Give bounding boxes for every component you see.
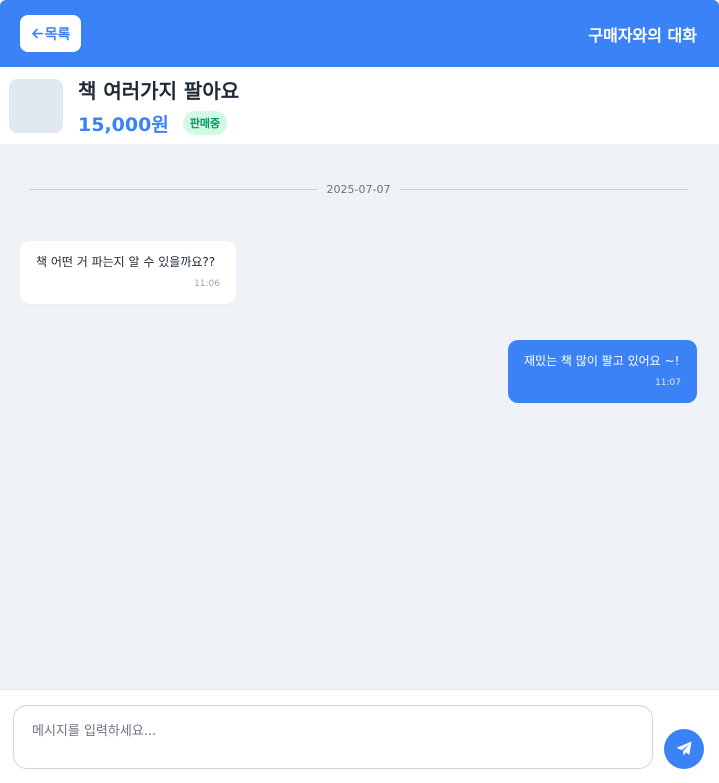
outgoing-message: 재밌는 책 많이 팔고 있어요 ~! 11:07 <box>508 340 697 403</box>
product-title: 책 여러가지 팔아요 <box>78 78 240 103</box>
page-title: 구매자와의 대화 <box>588 25 697 45</box>
date-separator: 2025-07-07 <box>29 181 688 197</box>
product-price: 15,000원 <box>78 113 169 136</box>
status-badge: 판매중 <box>182 111 228 135</box>
send-button[interactable] <box>664 729 704 769</box>
date-label: 2025-07-07 <box>326 182 391 196</box>
price-row: 15,000원 판매중 <box>78 110 239 137</box>
message-time: 11:07 <box>655 377 681 388</box>
product-info: 책 여러가지 팔아요 15,000원 판매중 <box>78 75 239 137</box>
paper-plane-icon <box>676 741 692 756</box>
message-time: 11:06 <box>194 278 220 289</box>
message-text: 재밌는 책 많이 팔고 있어요 ~! <box>524 354 680 368</box>
date-divider-left <box>29 188 317 190</box>
incoming-message: 책 어떤 거 파는지 알 수 있을까요?? 11:06 <box>20 241 236 304</box>
chat-header: 목록 구매자와의 대화 <box>0 0 719 67</box>
back-button-label: 목록 <box>44 26 71 43</box>
arrow-left-icon <box>31 28 43 39</box>
message-input[interactable] <box>13 705 653 769</box>
product-thumbnail[interactable] <box>9 78 63 133</box>
product-summary[interactable]: 책 여러가지 팔아요 15,000원 판매중 <box>0 67 719 144</box>
message-composer <box>0 689 719 783</box>
message-list[interactable]: 2025-07-07 책 어떤 거 파는지 알 수 있을까요?? 11:06 재… <box>0 144 719 689</box>
back-to-list-button[interactable]: 목록 <box>20 15 81 52</box>
date-divider-right <box>400 188 688 190</box>
message-text: 책 어떤 거 파는지 알 수 있을까요?? <box>36 255 216 269</box>
